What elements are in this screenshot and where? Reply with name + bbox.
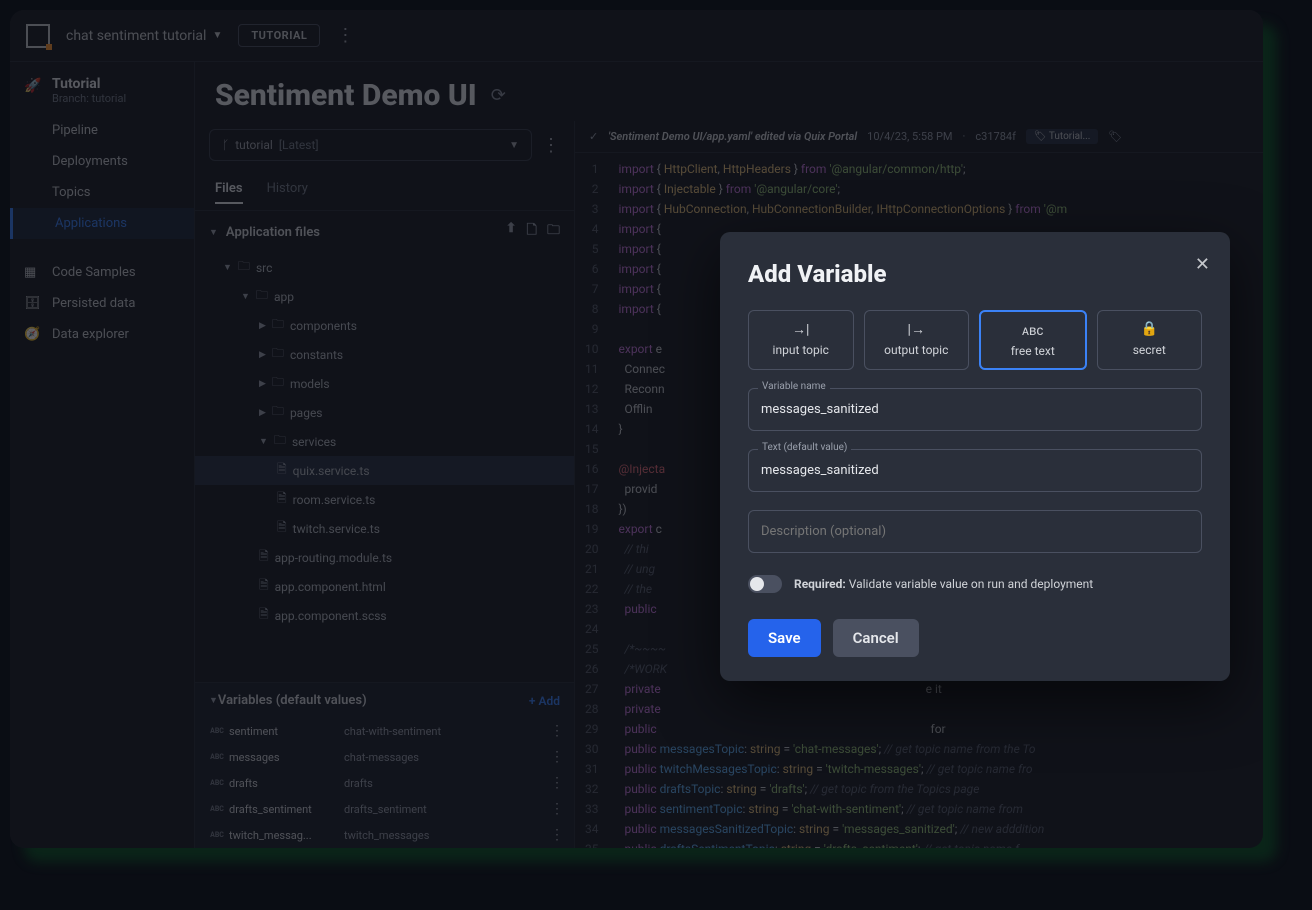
- rocket-icon: 🚀: [24, 78, 41, 94]
- branch-tag: [Latest]: [279, 138, 319, 152]
- commit-bar: ✓ 'Sentiment Demo UI/app.yaml' edited vi…: [575, 121, 1263, 153]
- folder-models[interactable]: ▶🗀models: [195, 369, 574, 398]
- tag-icon[interactable]: 🏷: [1108, 130, 1122, 143]
- chevron-down-icon: ▼: [212, 30, 222, 41]
- required-toggle[interactable]: [748, 575, 782, 593]
- project-selector[interactable]: chat sentiment tutorial ▼: [66, 28, 222, 44]
- logo-icon: [26, 24, 50, 48]
- variables-header: Variables (default values): [218, 693, 367, 708]
- type-input-topic[interactable]: →|input topic: [748, 310, 854, 370]
- tab-history[interactable]: History: [267, 175, 308, 204]
- sidebar-item-topics[interactable]: Topics: [10, 177, 194, 208]
- folder-components[interactable]: ▶🗀components: [195, 311, 574, 340]
- type-output-topic[interactable]: |→output topic: [864, 310, 970, 370]
- topbar: chat sentiment tutorial ▼ TUTORIAL ⋮: [10, 10, 1263, 62]
- file-app.component.scss[interactable]: 🗎app.component.scss: [195, 601, 574, 630]
- project-name: chat sentiment tutorial: [66, 28, 206, 44]
- close-icon[interactable]: ✕: [1195, 254, 1210, 275]
- sidebar-item-data-explorer[interactable]: 🧭Data explorer: [10, 319, 194, 350]
- variable-row[interactable]: ABCdrafts_sentimentdrafts_sentiment⋮: [195, 796, 574, 822]
- branch-more-icon[interactable]: ⋮: [542, 135, 560, 156]
- commit-message: 'Sentiment Demo UI/app.yaml' edited via …: [608, 130, 857, 143]
- tab-files[interactable]: Files: [215, 175, 243, 204]
- variable-row[interactable]: ABCmessageschat-messages⋮: [195, 744, 574, 770]
- sidebar-item-applications[interactable]: Applications: [10, 208, 194, 239]
- variable-row[interactable]: ABCsentimentchat-with-sentiment⋮: [195, 718, 574, 744]
- sidebar-item-deployments[interactable]: Deployments: [10, 146, 194, 177]
- type-secret[interactable]: 🔒secret: [1097, 310, 1203, 370]
- save-button[interactable]: Save: [748, 619, 821, 657]
- modal-title: Add Variable: [748, 260, 1202, 288]
- sidebar-item-code-samples[interactable]: ▦Code Samples: [10, 257, 194, 288]
- branch-icon: ᚴ: [222, 138, 229, 152]
- add-variable-link[interactable]: + Add: [529, 694, 560, 708]
- branch-select[interactable]: ᚴ tutorial [Latest] ▼: [209, 129, 532, 161]
- add-variable-modal: Add Variable ✕ →|input topic|→output top…: [720, 232, 1230, 681]
- file-app-routing.module.ts[interactable]: 🗎app-routing.module.ts: [195, 543, 574, 572]
- chevron-down-icon[interactable]: ▼: [209, 695, 218, 706]
- variable-row[interactable]: ABCtwitch_messag...twitch_messages⋮: [195, 822, 574, 848]
- commit-date: 10/4/23, 5:58 PM: [867, 130, 952, 143]
- file-room.service.ts[interactable]: 🗎room.service.ts: [195, 485, 574, 514]
- required-label: Required:: [794, 577, 846, 591]
- sidebar-item-persisted-data[interactable]: 🗄Persisted data: [10, 288, 194, 319]
- file-twitch.service.ts[interactable]: 🗎twitch.service.ts: [195, 514, 574, 543]
- more-menu-icon[interactable]: ⋮: [336, 25, 354, 46]
- upload-icon[interactable]: ⬆: [506, 221, 517, 243]
- file-panel: ᚴ tutorial [Latest] ▼ ⋮ Files History ▼ …: [195, 121, 575, 848]
- chevron-down-icon: ▼: [509, 140, 519, 151]
- commit-hash[interactable]: c31784f: [975, 130, 1016, 143]
- sidebar-item-pipeline[interactable]: Pipeline: [10, 115, 194, 146]
- variable-row[interactable]: ABCdraftsdrafts⋮: [195, 770, 574, 796]
- check-icon: ✓: [589, 130, 598, 143]
- folder-pages[interactable]: ▶🗀pages: [195, 398, 574, 427]
- page-title: Sentiment Demo UI: [215, 78, 477, 113]
- description-input[interactable]: [748, 510, 1202, 553]
- files-header: Application files: [226, 225, 320, 240]
- type-free-text[interactable]: ᴀʙᴄfree text: [979, 310, 1087, 370]
- folder-src[interactable]: ▼🗀src: [195, 253, 574, 282]
- folder-constants[interactable]: ▶🗀constants: [195, 340, 574, 369]
- cancel-button[interactable]: Cancel: [833, 619, 919, 657]
- name-label: Variable name: [758, 381, 830, 392]
- folder-services[interactable]: ▼🗀services: [195, 427, 574, 456]
- branch-name: tutorial: [235, 138, 273, 152]
- new-file-icon[interactable]: 🗋: [527, 221, 537, 243]
- file-app.component.html[interactable]: 🗎app.component.html: [195, 572, 574, 601]
- variables-panel: ▼ Variables (default values) + Add ABCse…: [195, 682, 574, 848]
- sidebar-branch: Branch: tutorial: [52, 92, 180, 105]
- sidebar-title: Tutorial: [52, 76, 180, 92]
- folder-app[interactable]: ▼🗀app: [195, 282, 574, 311]
- tag-icon[interactable]: 🏷 Tutorial...: [1026, 129, 1098, 144]
- file-tabs: Files History: [195, 169, 574, 211]
- refresh-icon[interactable]: ⟳: [491, 85, 506, 106]
- default-value-input[interactable]: [748, 449, 1202, 492]
- required-desc: Validate variable value on run and deplo…: [849, 577, 1093, 591]
- file-quix.service.ts[interactable]: 🗎quix.service.ts: [195, 456, 574, 485]
- text-label: Text (default value): [758, 442, 851, 453]
- new-folder-icon[interactable]: 🗀: [547, 221, 560, 243]
- variable-name-input[interactable]: [748, 388, 1202, 431]
- tutorial-badge[interactable]: TUTORIAL: [238, 24, 320, 47]
- chevron-down-icon[interactable]: ▼: [209, 227, 218, 238]
- sidebar: 🚀 Tutorial Branch: tutorial PipelineDepl…: [10, 62, 195, 848]
